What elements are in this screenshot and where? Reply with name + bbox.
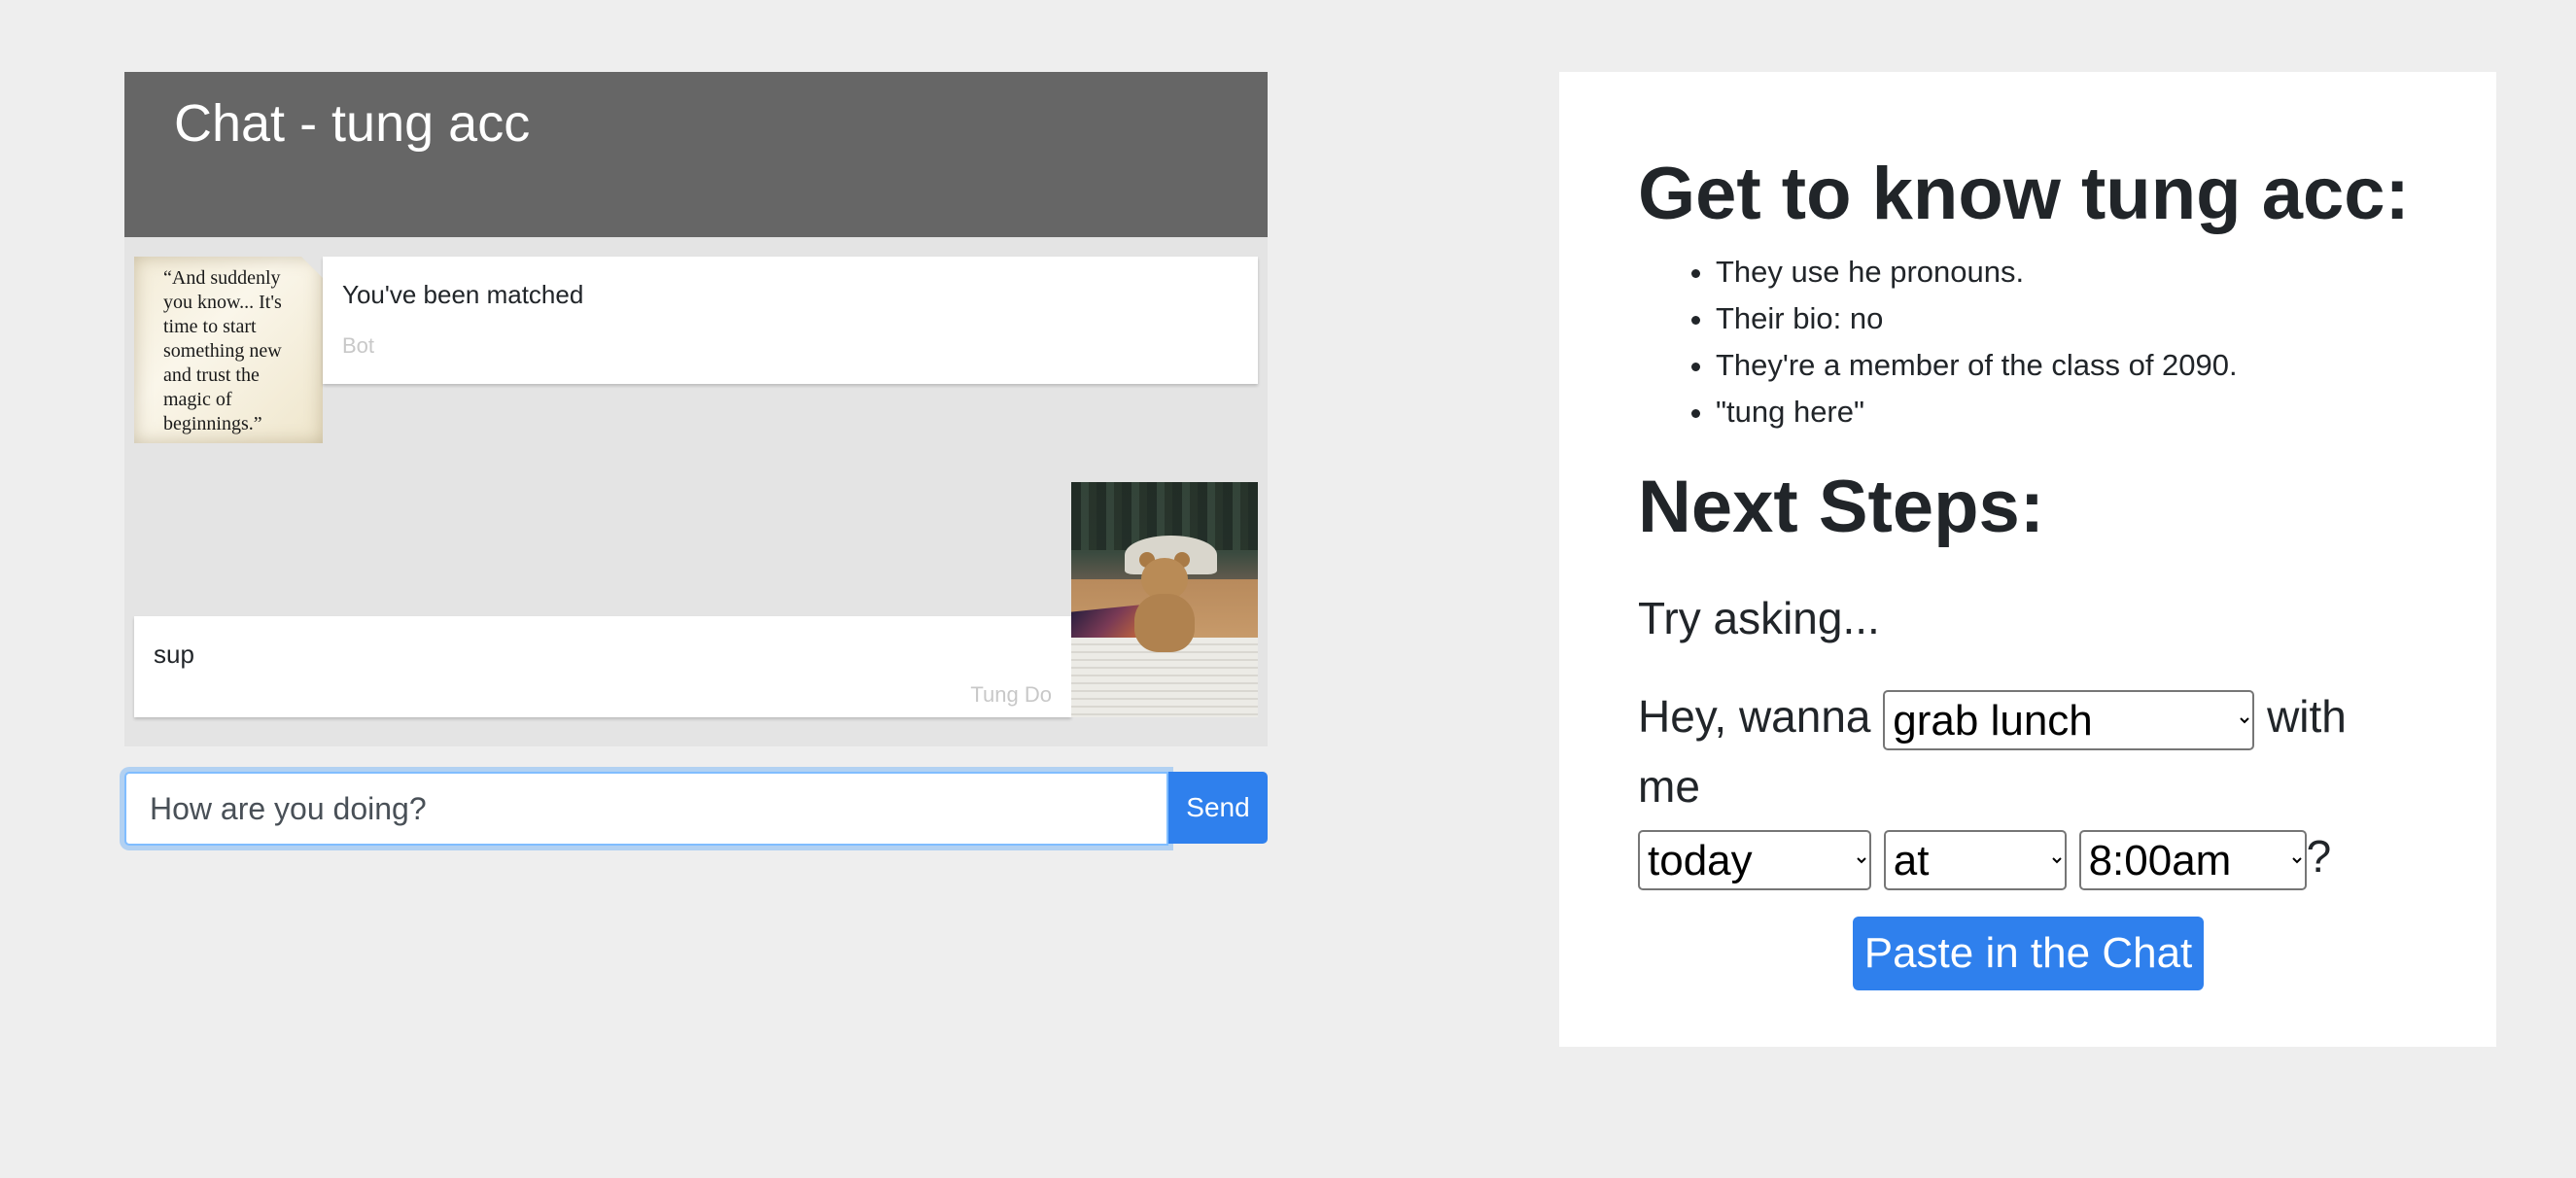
- chat-panel: Chat - tung acc “And suddenly you know..…: [124, 72, 1268, 846]
- profile-title: Get to know tung acc:: [1638, 153, 2410, 235]
- fact-item: Their bio: no: [1716, 295, 2419, 342]
- message-bubble: You've been matched Bot: [323, 257, 1258, 384]
- message-sender: Tung Do: [970, 682, 1052, 707]
- message-text: You've been matched: [342, 280, 584, 309]
- paste-wrap: Paste in the Chat: [1638, 917, 2419, 991]
- profile-panel: Get to know tung acc: They use he pronou…: [1559, 72, 2496, 1047]
- at-select[interactable]: at: [1883, 830, 2067, 891]
- message-input[interactable]: [124, 772, 1168, 846]
- message-text: sup: [154, 640, 194, 669]
- message-bot: “And suddenly you know... It's time to s…: [134, 257, 1258, 443]
- fact-item: They're a member of the class of 2090.: [1716, 342, 2419, 389]
- chat-title: Chat - tung acc: [174, 94, 531, 153]
- suggested-message: Hey, wanna grab lunch with me today at 8…: [1638, 681, 2419, 891]
- bot-avatar: “And suddenly you know... It's time to s…: [134, 257, 323, 443]
- day-select[interactable]: today: [1638, 830, 1871, 891]
- next-steps-title: Next Steps:: [1638, 465, 2045, 548]
- user-avatar-teddy-bear-photo: [1071, 482, 1258, 717]
- activity-select[interactable]: grab lunch: [1883, 690, 2255, 751]
- fact-item: They use he pronouns.: [1716, 249, 2419, 295]
- chat-header: Chat - tung acc: [124, 72, 1268, 237]
- send-button[interactable]: Send: [1168, 772, 1268, 844]
- try-asking-label: Try asking...: [1638, 593, 1880, 644]
- message-user: sup Tung Do: [134, 482, 1258, 717]
- chat-input-row: Send: [124, 772, 1268, 846]
- paste-in-chat-button[interactable]: Paste in the Chat: [1852, 917, 2205, 991]
- fact-item: "tung here": [1716, 389, 2419, 435]
- chat-messages[interactable]: “And suddenly you know... It's time to s…: [124, 237, 1268, 746]
- bot-avatar-quote: “And suddenly you know... It's time to s…: [163, 267, 282, 434]
- message-bubble: sup Tung Do: [134, 616, 1071, 717]
- profile-facts: They use he pronouns. Their bio: no They…: [1716, 249, 2419, 435]
- message-sender: Bot: [342, 333, 375, 358]
- prompt-prefix: Hey, wanna: [1638, 691, 1871, 743]
- time-select[interactable]: 8:00am: [2078, 830, 2307, 891]
- prompt-suffix: ?: [2306, 831, 2332, 883]
